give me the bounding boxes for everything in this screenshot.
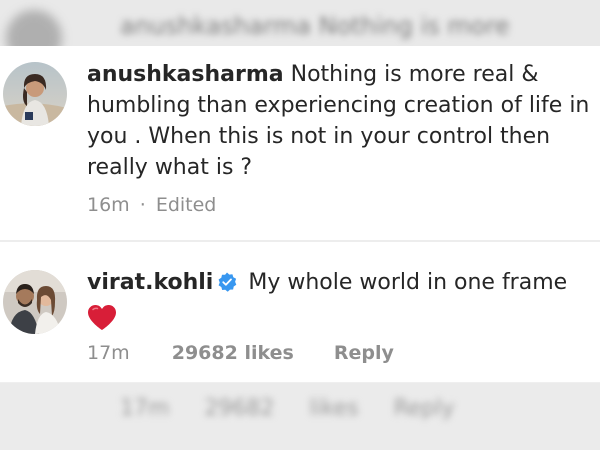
comment-item: anushkasharma Nothing is more real & hum… — [0, 46, 600, 240]
red-heart-icon — [88, 305, 116, 330]
blurred-previous-comment: anushkasharma Nothing is more — [0, 0, 600, 48]
blurred-avatar — [6, 10, 62, 48]
comment-username[interactable]: virat.kohli — [87, 270, 213, 295]
profile-avatar-icon[interactable] — [3, 62, 67, 126]
comments-view: anushkasharma Nothing is more anushkasha… — [0, 0, 600, 450]
verified-badge-icon — [218, 272, 237, 292]
comment-time[interactable]: 16m — [87, 194, 130, 216]
blurred-reply: Reply — [393, 396, 455, 421]
comment-item: virat.kohli My whole world in one frame … — [0, 242, 600, 382]
comment-likes[interactable]: 29682 likes — [172, 342, 294, 364]
comment-username[interactable]: anushkasharma — [87, 62, 284, 87]
blurred-time: 17m — [120, 396, 170, 421]
blurred-comment-text: anushkasharma Nothing is more — [120, 12, 510, 40]
comment-body: anushkasharma Nothing is more real & hum… — [87, 59, 594, 183]
comment-time[interactable]: 17m — [87, 342, 130, 364]
profile-avatar-icon[interactable] — [3, 270, 67, 334]
comment-meta: 16m · Edited — [87, 194, 216, 216]
reply-button[interactable]: Reply — [334, 342, 394, 364]
comment-edited-label: Edited — [155, 194, 217, 216]
comment-body: virat.kohli My whole world in one frame — [87, 267, 594, 331]
blurred-likes: 29682 likes — [204, 396, 359, 421]
blurred-comment-meta: 17m 29682 likes Reply — [120, 396, 455, 421]
blurred-next-comment: 17m 29682 likes Reply — [0, 383, 600, 450]
meta-separator: · — [139, 194, 146, 216]
comment-meta: 17m 29682 likes Reply — [87, 342, 394, 364]
comment-text: My whole world in one frame — [248, 270, 568, 295]
